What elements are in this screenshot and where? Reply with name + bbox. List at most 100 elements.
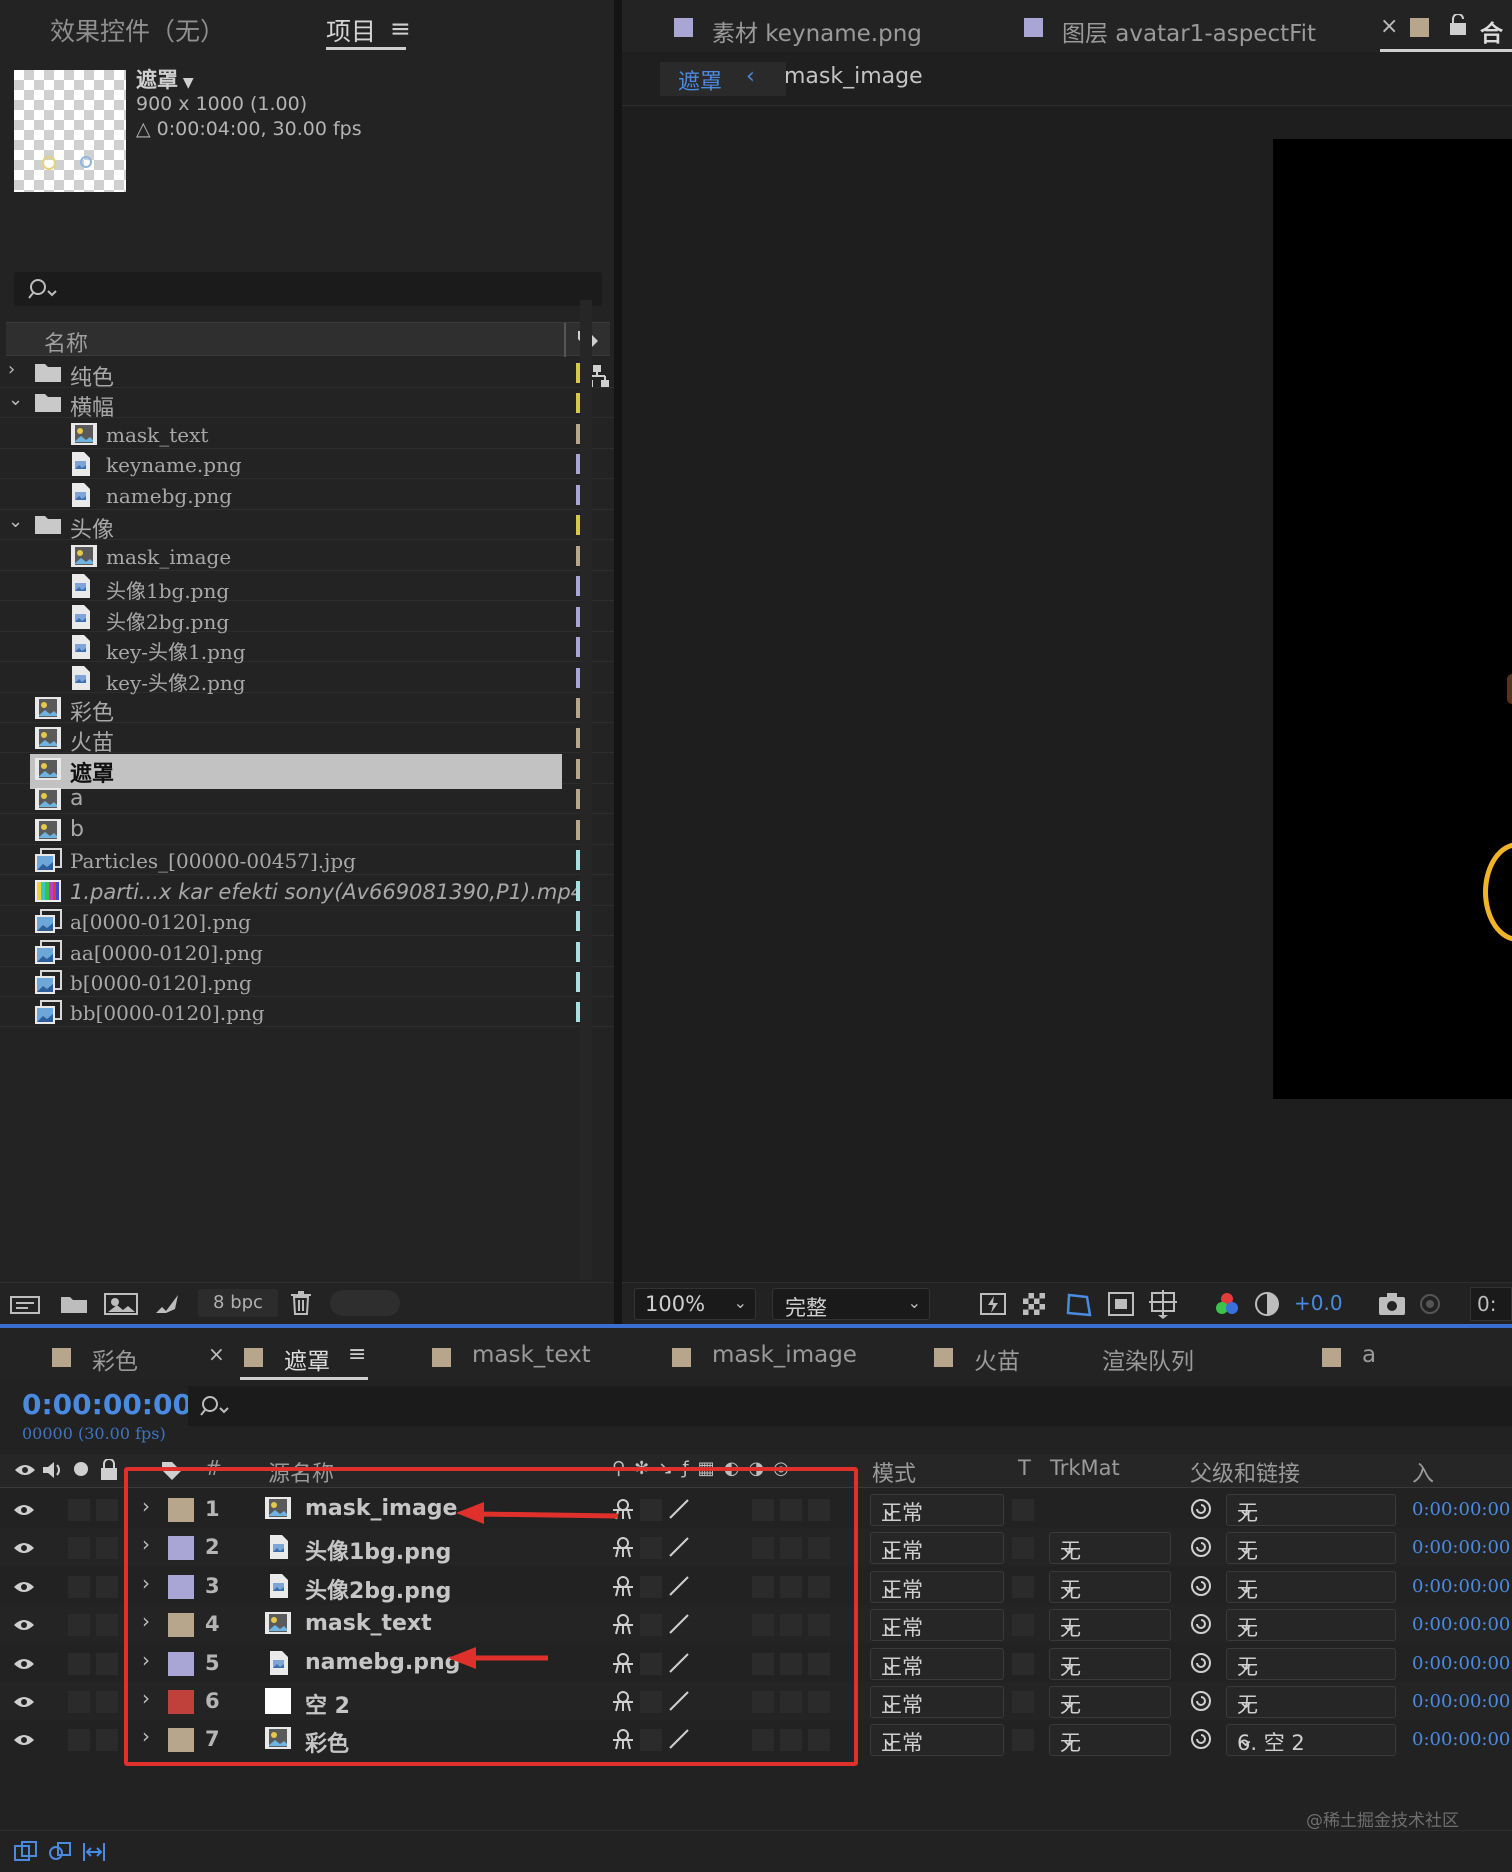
visibility-eye-icon[interactable] (13, 1502, 35, 1518)
blend-mode-select[interactable]: 正常 ⌄ (870, 1724, 1004, 1757)
project-item[interactable]: 头像1bg.png (0, 571, 614, 603)
resolution-select[interactable]: 完整 ⌄ (772, 1288, 930, 1320)
thumbnail-slider[interactable] (330, 1290, 400, 1316)
in-out-toggle-icon[interactable] (82, 1841, 106, 1863)
solo-toggle[interactable] (68, 1652, 90, 1675)
timeline-tab[interactable]: 彩色 (92, 1342, 138, 1376)
parent-select[interactable]: 无 ⌄ (1226, 1494, 1396, 1526)
timeline-tab[interactable]: a (1362, 1342, 1376, 1368)
parent-pickwhip-icon[interactable] (1190, 1498, 1212, 1520)
visibility-eye-icon[interactable] (13, 1694, 35, 1710)
lock-toggle[interactable] (96, 1652, 118, 1675)
lock-toggle[interactable] (96, 1575, 118, 1598)
track-matte-select[interactable]: 无 ⌄ (1049, 1647, 1171, 1680)
close-tab-icon[interactable]: × (1380, 14, 1398, 39)
column-name-header[interactable]: 名称 (44, 326, 88, 358)
breadcrumb-comp[interactable]: 遮罩 (678, 64, 722, 96)
project-item[interactable]: keyname.png (0, 449, 614, 480)
parent-select[interactable]: 无 ⌄ (1226, 1570, 1396, 1603)
color-channels-icon[interactable] (1214, 1291, 1240, 1317)
project-item[interactable]: Particles_[00000-00457].jpg (0, 845, 614, 876)
project-item[interactable]: bb[0000-0120].png (0, 997, 614, 1028)
panel-menu-icon[interactable]: ≡ (348, 1342, 366, 1367)
project-item[interactable]: a (0, 784, 614, 815)
trash-icon[interactable] (290, 1291, 312, 1315)
timeline-tab[interactable]: mask_text (472, 1342, 591, 1368)
project-item[interactable]: 遮罩 (0, 753, 614, 789)
preserve-transparency-toggle[interactable] (1012, 1729, 1034, 1752)
timeline-tab[interactable]: 渲染队列 (1102, 1342, 1194, 1376)
new-folder-icon[interactable] (60, 1293, 88, 1315)
project-item[interactable]: ⌄ 横幅 (0, 388, 614, 421)
solo-toggle[interactable] (68, 1729, 90, 1752)
preserve-transparency-toggle[interactable] (1012, 1652, 1034, 1675)
project-item[interactable]: b (0, 815, 614, 845)
project-item[interactable]: key-头像2.png (0, 663, 614, 695)
project-item[interactable]: 1.parti...x kar efekti sony(Av669081390,… (0, 876, 614, 906)
mask-visibility-icon[interactable] (1064, 1291, 1092, 1317)
tab-footage-keyname[interactable]: 素材 keyname.png (712, 14, 922, 48)
project-item[interactable]: aa[0000-0120].png (0, 937, 614, 967)
zoom-select[interactable]: 100% ⌄ (634, 1288, 756, 1320)
preserve-transparency-toggle[interactable] (1012, 1499, 1034, 1521)
layer-in-point[interactable]: 0:00:00:00 (1412, 1499, 1510, 1520)
track-matte-select[interactable]: 无 ⌄ (1049, 1532, 1171, 1565)
chevron-down-icon[interactable]: ⌄ (8, 389, 23, 410)
tab-effect-controls[interactable]: 效果控件（无） (50, 12, 225, 48)
project-item[interactable]: namebg.png (0, 480, 614, 510)
solo-toggle[interactable] (68, 1499, 90, 1521)
chevron-right-icon[interactable]: › (8, 359, 15, 380)
transfer-controls-toggle-icon[interactable] (48, 1841, 72, 1863)
fast-preview-icon[interactable] (980, 1292, 1006, 1316)
layer-in-point[interactable]: 0:00:00:00 (1412, 1576, 1510, 1597)
column-in[interactable]: 入 (1412, 1456, 1434, 1488)
current-timecode[interactable]: 0:00:00:00 (22, 1388, 192, 1421)
parent-pickwhip-icon[interactable] (1190, 1728, 1212, 1750)
exposure-reset-icon[interactable] (1254, 1291, 1280, 1317)
visibility-eye-icon[interactable] (13, 1540, 35, 1556)
bit-depth-button[interactable]: 8 bpc (198, 1289, 278, 1317)
blend-mode-select[interactable]: 正常 ⌄ (870, 1532, 1004, 1565)
preserve-transparency-toggle[interactable] (1012, 1614, 1034, 1637)
blend-mode-select[interactable]: 正常 ⌄ (870, 1609, 1004, 1642)
parent-select[interactable]: 无 ⌄ (1226, 1686, 1396, 1718)
solo-toggle[interactable] (68, 1537, 90, 1560)
panel-divider[interactable] (614, 0, 622, 1324)
timeline-tab[interactable]: mask_image (712, 1342, 857, 1368)
project-item[interactable]: 彩色 (0, 693, 614, 726)
layer-in-point[interactable]: 0:00:00:00 (1412, 1614, 1510, 1635)
lock-toggle[interactable] (96, 1614, 118, 1637)
close-tab-icon[interactable]: × (208, 1342, 225, 1366)
visibility-eye-icon[interactable] (13, 1656, 35, 1672)
parent-pickwhip-icon[interactable] (1190, 1690, 1212, 1712)
track-matte-select[interactable]: 无 ⌄ (1049, 1724, 1171, 1757)
blend-mode-select[interactable]: 正常 ⌄ (870, 1686, 1004, 1718)
column-trkmat[interactable]: TrkMat (1050, 1456, 1120, 1480)
dropdown-icon[interactable]: ▼ (178, 75, 194, 91)
column-parent-link[interactable]: 父级和链接 (1190, 1456, 1300, 1488)
snapshot-camera-icon[interactable] (1378, 1292, 1406, 1316)
new-composition-icon[interactable] (104, 1292, 138, 1316)
parent-pickwhip-icon[interactable] (1190, 1652, 1212, 1674)
chevron-down-icon[interactable]: ⌄ (8, 511, 23, 532)
project-item[interactable]: mask_text (0, 419, 614, 449)
blend-mode-select[interactable]: 正常 ⌄ (870, 1647, 1004, 1680)
solo-toggle[interactable] (68, 1691, 90, 1713)
parent-select[interactable]: 6. 空 2 ⌄ (1226, 1724, 1396, 1757)
project-scrollbar[interactable] (580, 300, 592, 1280)
project-item[interactable]: › 纯色 (0, 358, 614, 391)
tab-layer-avatar[interactable]: 图层 avatar1-aspectFit (1062, 14, 1316, 48)
layer-in-point[interactable]: 0:00:00:00 (1412, 1653, 1510, 1674)
timeline-tab[interactable]: 火苗 (974, 1342, 1020, 1376)
layer-in-point[interactable]: 0:00:00:00 (1412, 1691, 1510, 1712)
blend-mode-select[interactable]: 正常 ⌄ (870, 1570, 1004, 1603)
timeline-tab[interactable]: 遮罩 (284, 1342, 330, 1376)
parent-select[interactable]: 无 ⌄ (1226, 1532, 1396, 1565)
column-mode[interactable]: 模式 (872, 1456, 916, 1488)
preserve-transparency-toggle[interactable] (1012, 1537, 1034, 1560)
track-matte-select[interactable]: 无 ⌄ (1049, 1609, 1171, 1642)
blend-mode-select[interactable]: 正常 ⌄ (870, 1494, 1004, 1526)
viewer-canvas-area[interactable] (622, 107, 1512, 1282)
grid-guides-icon[interactable] (1148, 1289, 1178, 1319)
preserve-transparency-toggle[interactable] (1012, 1575, 1034, 1598)
